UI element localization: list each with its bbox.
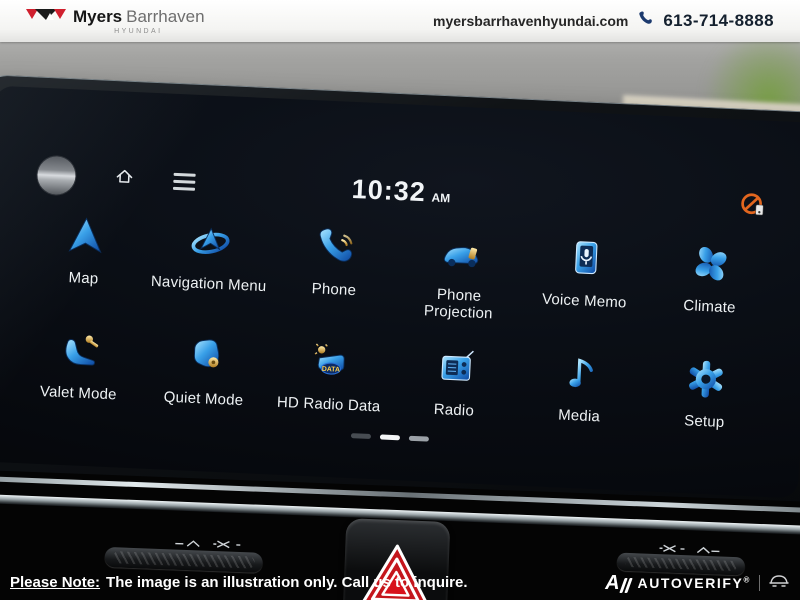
disclaimer-body: The image is an illustration only. Call … (106, 574, 467, 591)
app-hd-radio-data[interactable]: DATA HD Radio Data (266, 337, 395, 416)
app-setup[interactable]: Setup (641, 354, 770, 433)
map-icon (62, 213, 108, 264)
registered-trademark: ® (744, 575, 752, 584)
phone-app-icon (313, 224, 359, 275)
voice-memo-icon (563, 236, 609, 287)
infotainment-screen: 10:32 AM (0, 74, 800, 509)
disclaimer-bar: Please Note: The image is an illustration… (0, 565, 800, 600)
app-phone-projection[interactable]: Phone Projection (395, 228, 524, 324)
menu-icon[interactable] (173, 172, 196, 190)
data-badge: DATA (322, 365, 340, 373)
app-label: Phone Projection (416, 285, 501, 323)
app-label: Voice Memo (542, 291, 627, 312)
screen-glass: 10:32 AM (0, 86, 800, 499)
app-label: HD Radio Data (277, 393, 381, 415)
app-phone[interactable]: Phone (270, 222, 399, 318)
app-climate[interactable]: Climate (646, 239, 775, 335)
hd-radio-data-icon: DATA (307, 339, 353, 390)
app-navigation-menu[interactable]: Navigation Menu (145, 217, 274, 313)
home-icon[interactable] (111, 162, 138, 194)
setup-icon (683, 356, 729, 407)
app-label: Phone (311, 280, 356, 299)
app-label: Quiet Mode (163, 388, 243, 409)
dealer-brand: HYUNDAI (114, 28, 162, 35)
autoverify-mark-letter: A (605, 573, 619, 593)
app-voice-memo[interactable]: Voice Memo (521, 234, 650, 330)
app-label: Map (68, 269, 99, 288)
radio-icon (433, 344, 479, 395)
app-map[interactable]: Map (20, 211, 149, 307)
app-label: Media (558, 406, 601, 425)
clock-time: 10:32 (351, 173, 426, 207)
page-dot-1[interactable] (351, 433, 371, 439)
dealer-logo: MyersBarrhaven HYUNDAI (26, 8, 205, 35)
map-thumbnail[interactable] (37, 156, 77, 196)
app-label: Setup (684, 412, 725, 431)
clock-meridiem: AM (431, 190, 450, 205)
page-dot-3[interactable] (409, 436, 429, 442)
car-icon (768, 573, 790, 593)
app-valet-mode[interactable]: Valet Mode (15, 325, 144, 404)
clock: 10:32 AM (351, 173, 451, 208)
app-label: Radio (433, 400, 474, 419)
page-dot-2[interactable] (380, 434, 400, 440)
phone-projection-icon (438, 230, 484, 281)
quiet-mode-icon (182, 333, 228, 384)
phone-icon (637, 10, 654, 32)
app-radio[interactable]: Radio (391, 342, 520, 421)
app-row-1: Map Navigation Menu (20, 211, 775, 336)
dealer-banner: MyersBarrhaven HYUNDAI myersbarrhavenhyu… (0, 0, 800, 42)
bluetooth-disconnected-icon (739, 192, 767, 225)
dealer-phone-number: 613-714-8888 (663, 11, 774, 31)
autoverify-wordmark: AUTOVERIFY® (638, 575, 751, 591)
autoverify-logo: A AUTOVERIFY® (605, 573, 790, 593)
home-screen-ui: 10:32 AM (14, 151, 778, 461)
logo-divider (759, 575, 760, 591)
app-quiet-mode[interactable]: Quiet Mode (141, 331, 270, 410)
disclaimer-label: Please Note: (10, 574, 100, 591)
disclaimer-text: Please Note: The image is an illustration… (10, 574, 468, 591)
dealer-name: MyersBarrhaven (73, 8, 205, 25)
dealer-contact: myersbarrhavenhyundai.com 613-714-8888 (433, 10, 774, 32)
valet-mode-icon (57, 327, 103, 378)
app-label: Climate (683, 297, 736, 317)
app-media[interactable]: Media (516, 348, 645, 427)
myers-logo-icon (26, 8, 66, 25)
dealer-name-bold: Myers (73, 7, 122, 26)
app-label: Navigation Menu (151, 273, 267, 295)
app-label: Valet Mode (40, 382, 117, 403)
dealer-name-light: Barrhaven (126, 7, 204, 26)
autoverify-mark-icon: A (605, 573, 629, 593)
media-icon (558, 350, 604, 401)
vehicle-interior-photo: MyersBarrhaven HYUNDAI myersbarrhavenhyu… (0, 0, 800, 600)
climate-icon (688, 241, 734, 292)
navigation-menu-icon (187, 219, 233, 270)
dealer-website: myersbarrhavenhyundai.com (433, 13, 628, 29)
app-row-2: Valet Mode Quiet Mode (15, 325, 770, 432)
